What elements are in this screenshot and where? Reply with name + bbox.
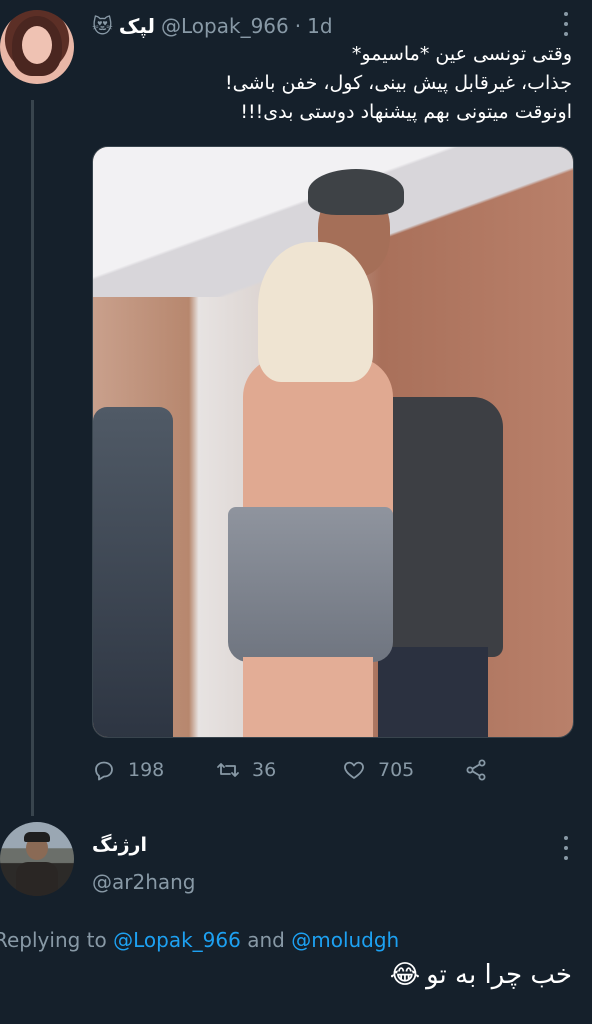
replying-to-line: Replying to @Lopak_966 and @moludgh — [0, 928, 399, 952]
more-dot — [564, 32, 568, 36]
avatar-face — [22, 26, 52, 64]
more-dot — [564, 12, 568, 16]
header-separator: · — [294, 14, 302, 38]
image-woman-back — [243, 357, 393, 532]
reply-icon — [95, 761, 113, 781]
more-dot — [564, 846, 568, 850]
reply-text-content: خب چرا به تو — [426, 960, 572, 990]
reply-tweet-text: خب چرا به تو 😂 — [390, 960, 572, 990]
tweet-actions: 198 36 705 — [92, 754, 512, 786]
name-emoji: 😻 — [92, 14, 113, 38]
retweet-icon — [217, 763, 239, 777]
avatar-cap — [24, 832, 50, 842]
more-icon[interactable] — [564, 836, 572, 860]
image-woman-hair — [258, 242, 373, 382]
share-icon — [466, 759, 486, 781]
author-avatar[interactable] — [0, 10, 74, 84]
like-count: 705 — [378, 759, 415, 781]
share-button[interactable] — [464, 758, 488, 782]
avatar-body — [16, 862, 58, 896]
image-mirror-reflection — [93, 407, 173, 737]
mention-link[interactable]: @moludgh — [291, 928, 399, 952]
replying-to-and: and — [247, 928, 285, 952]
replying-to-prefix: Replying to — [0, 928, 107, 952]
reply-author-handle[interactable]: @ar2hang — [92, 870, 196, 894]
image-man-legs — [378, 647, 488, 737]
mention-link[interactable]: @Lopak_966 — [113, 928, 241, 952]
author-handle[interactable]: @Lopak_966 — [161, 14, 289, 38]
tweet-text: وقتی تونسی عین *ماسیمو* جذاب، غیرقابل پی… — [102, 40, 572, 127]
retweet-button[interactable]: 36 — [216, 758, 342, 782]
reply-author-avatar[interactable] — [0, 822, 74, 896]
more-dot — [564, 22, 568, 26]
like-button[interactable]: 705 — [342, 758, 464, 782]
image-dress — [228, 507, 393, 662]
more-dot — [564, 856, 568, 860]
thread-connector-line — [31, 100, 34, 816]
tweet-media-image[interactable] — [92, 146, 574, 738]
reply-count: 198 — [128, 759, 165, 781]
retweet-count: 36 — [252, 759, 277, 781]
author-display-name[interactable]: لپک — [119, 14, 155, 38]
tweet-text-line: اونوقت میتونی بهم پیشنهاد دوستی بدی!!! — [240, 101, 572, 123]
tweet-text-line: وقتی تونسی عین *ماسیمو* — [351, 43, 572, 65]
reply-author-display-name[interactable]: ارژنگ — [92, 834, 147, 856]
tweet-header: 😻 لپک @Lopak_966 · 1d — [92, 12, 552, 40]
tweet-text-line: جذاب، غیرقابل پیش بینی، کول، خفن باشی! — [225, 72, 572, 94]
heart-icon — [344, 761, 364, 779]
reply-emoji: 😂 — [389, 960, 421, 990]
image-woman-legs — [243, 657, 373, 737]
more-dot — [564, 836, 568, 840]
tweet-timestamp[interactable]: 1d — [307, 14, 332, 38]
more-icon[interactable] — [564, 12, 572, 36]
reply-button[interactable]: 198 — [92, 758, 216, 782]
image-man-hair — [308, 169, 404, 215]
